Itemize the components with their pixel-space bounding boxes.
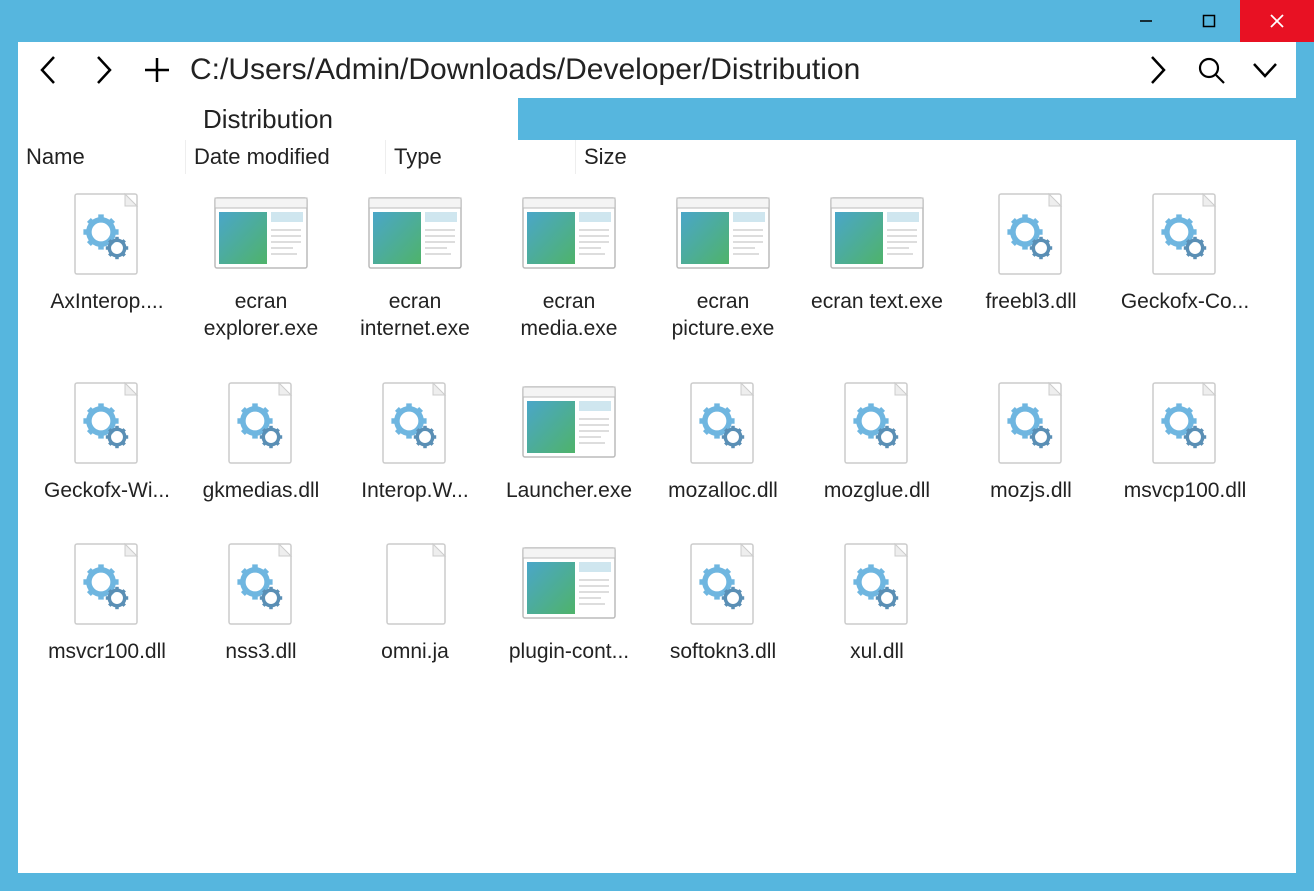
file-label: plugin-cont... — [509, 638, 629, 665]
file-label: xul.dll — [850, 638, 904, 665]
file-item[interactable]: AxInterop.... — [32, 186, 182, 343]
file-label: gkmedias.dll — [203, 477, 320, 504]
file-item[interactable]: mozalloc.dll — [648, 375, 798, 504]
file-label: Geckofx-Wi... — [44, 477, 170, 504]
dll-icon — [1137, 375, 1233, 471]
file-item[interactable]: gkmedias.dll — [186, 375, 336, 504]
file-item[interactable]: Geckofx-Co... — [1110, 186, 1260, 343]
dll-icon — [59, 536, 155, 632]
file-label: mozglue.dll — [824, 477, 930, 504]
dll-icon — [829, 375, 925, 471]
go-button[interactable] — [1132, 46, 1182, 94]
back-button[interactable] — [24, 46, 74, 94]
exe-icon — [521, 375, 617, 471]
dll-icon — [829, 536, 925, 632]
window-border-left — [0, 42, 18, 891]
file-grid: AxInterop.... ecran explorer.exeecran int… — [18, 174, 1296, 873]
dll-icon — [983, 375, 1079, 471]
exe-icon — [521, 536, 617, 632]
column-type[interactable]: Type — [386, 140, 576, 174]
dll-icon — [983, 186, 1079, 282]
file-label: AxInterop.... — [50, 288, 163, 315]
file-item[interactable]: ecran explorer.exe — [186, 186, 336, 343]
file-item[interactable]: Launcher.exe — [494, 375, 644, 504]
file-label: mozjs.dll — [990, 477, 1072, 504]
file-item[interactable]: nss3.dll — [186, 536, 336, 665]
address-path[interactable]: C:/Users/Admin/Downloads/Developer/Distr… — [186, 53, 1128, 87]
file-label: ecran picture.exe — [648, 288, 798, 343]
dll-icon — [59, 375, 155, 471]
tab-distribution[interactable]: Distribution — [18, 98, 518, 140]
file-item[interactable]: ecran picture.exe — [648, 186, 798, 343]
close-button[interactable] — [1240, 0, 1314, 42]
file-item[interactable]: msvcp100.dll — [1110, 375, 1260, 504]
file-label: ecran explorer.exe — [186, 288, 336, 343]
file-item[interactable]: Geckofx-Wi... — [32, 375, 182, 504]
file-item[interactable]: freebl3.dll — [956, 186, 1106, 343]
file-label: ecran internet.exe — [340, 288, 490, 343]
file-item[interactable]: ecran media.exe — [494, 186, 644, 343]
maximize-button[interactable] — [1177, 0, 1240, 42]
column-headers: Name Date modified Type Size — [18, 140, 1296, 174]
file-item[interactable]: xul.dll — [802, 536, 952, 665]
dll-icon — [213, 536, 309, 632]
file-item[interactable]: ecran internet.exe — [340, 186, 490, 343]
file-item[interactable]: ecran text.exe — [802, 186, 952, 343]
dll-icon — [59, 186, 155, 282]
tab-bar: Distribution — [18, 98, 1296, 140]
file-label: freebl3.dll — [985, 288, 1076, 315]
exe-icon — [213, 186, 309, 282]
file-item[interactable]: omni.ja — [340, 536, 490, 665]
new-tab-button[interactable] — [132, 46, 182, 94]
file-label: mozalloc.dll — [668, 477, 778, 504]
file-label: msvcr100.dll — [48, 638, 166, 665]
column-date-modified[interactable]: Date modified — [186, 140, 386, 174]
file-label: ecran media.exe — [494, 288, 644, 343]
exe-icon — [367, 186, 463, 282]
forward-button[interactable] — [78, 46, 128, 94]
dropdown-button[interactable] — [1240, 46, 1290, 94]
file-item[interactable]: Interop.W... — [340, 375, 490, 504]
navigation-bar: C:/Users/Admin/Downloads/Developer/Distr… — [18, 42, 1296, 98]
dll-icon — [367, 375, 463, 471]
dll-icon — [675, 536, 771, 632]
file-item[interactable]: plugin-cont... — [494, 536, 644, 665]
tab-label: Distribution — [203, 104, 333, 135]
content-area: Name Date modified Type Size AxInterop..… — [18, 140, 1296, 873]
minimize-button[interactable] — [1114, 0, 1177, 42]
file-item[interactable]: mozjs.dll — [956, 375, 1106, 504]
file-label: Launcher.exe — [506, 477, 632, 504]
file-label: ecran text.exe — [811, 288, 943, 315]
file-label: msvcp100.dll — [1124, 477, 1247, 504]
dll-icon — [213, 375, 309, 471]
window-border-right — [1296, 42, 1314, 891]
window-border-bottom — [18, 873, 1296, 891]
exe-icon — [829, 186, 925, 282]
window-titlebar — [0, 0, 1314, 42]
column-name[interactable]: Name — [18, 140, 186, 174]
dll-icon — [1137, 186, 1233, 282]
dll-icon — [675, 375, 771, 471]
exe-icon — [675, 186, 771, 282]
file-label: Interop.W... — [361, 477, 468, 504]
search-button[interactable] — [1186, 46, 1236, 94]
exe-icon — [521, 186, 617, 282]
file-item[interactable]: softokn3.dll — [648, 536, 798, 665]
blank-icon — [367, 536, 463, 632]
column-size[interactable]: Size — [576, 140, 1296, 174]
file-label: nss3.dll — [225, 638, 296, 665]
file-label: softokn3.dll — [670, 638, 776, 665]
file-label: omni.ja — [381, 638, 449, 665]
file-label: Geckofx-Co... — [1121, 288, 1249, 315]
file-item[interactable]: msvcr100.dll — [32, 536, 182, 665]
file-item[interactable]: mozglue.dll — [802, 375, 952, 504]
